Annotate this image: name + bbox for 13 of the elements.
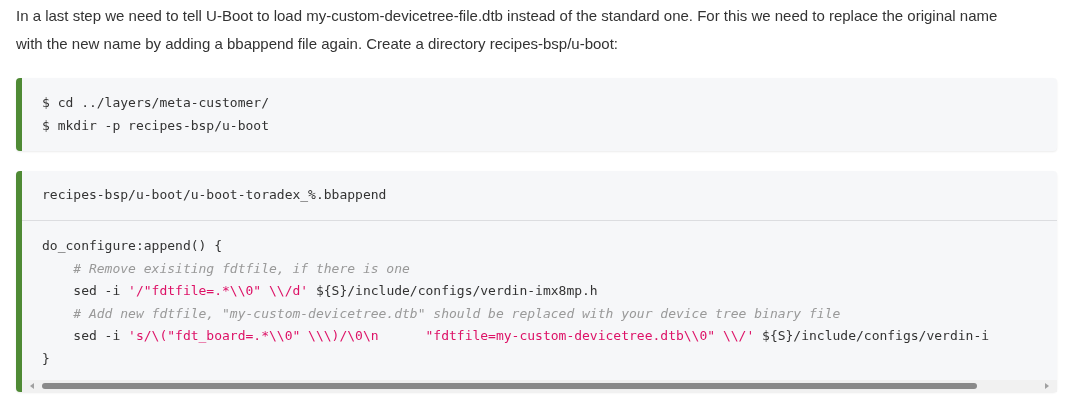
file-name: recipes-bsp/u-boot/u-boot-toradex_%.bbappend: [41, 186, 388, 204]
code-line: sed -i '/"fdtfile=.*\\0" \\/d' ${S}/include/configs/verdin-imx8mp.h: [72, 282, 599, 300]
code-line: sed -i 's/\("fdt_board=.*\\0" \\\)/\0\n "fdtfile=my-custom-devicetree.dtb\\0" \\/' ${S}/include/configs/verdin-i: [72, 327, 991, 345]
scroll-left-icon[interactable]: [28, 382, 36, 390]
scroll-right-icon[interactable]: [1043, 382, 1051, 390]
code-line: # Remove exisiting fdtfile, if there is one: [72, 259, 411, 278]
paragraph: In a last step we need to tell U-Boot to load my-custom-devicetree-file.dtb instead of the standard one. For this we need to replace the original name with the new name by adding a bbappend file again. Create a directory recipes-bsp/u-boot:: [16, 6, 999, 54]
code-line: do_configure:append() {: [42, 237, 223, 255]
code-line: }: [42, 349, 51, 368]
code-line: # Add new fdtfile, "my-custom-devicetree.dtb" should be replaced with your device tree binary file: [72, 304, 842, 323]
code-line: $ cd ../layers/meta-customer/: [42, 94, 270, 112]
scrollbar-thumb[interactable]: [42, 383, 978, 389]
code-line: $ mkdir -p recipes-bsp/u-boot: [42, 116, 270, 135]
